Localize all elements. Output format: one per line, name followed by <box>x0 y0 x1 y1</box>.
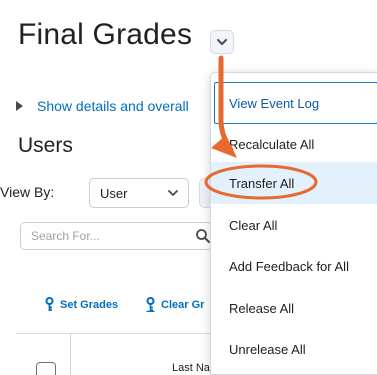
set-grades-button[interactable]: Set Grades <box>45 297 118 312</box>
menu-item-view-event-log[interactable]: View Event Log <box>214 82 377 124</box>
triangle-right-icon <box>16 101 23 111</box>
menu-item-clear-all[interactable]: Clear All <box>211 204 377 246</box>
page-title: Final Grades <box>18 18 193 51</box>
search-input[interactable] <box>21 224 181 248</box>
chevron-down-icon <box>168 190 178 196</box>
key-icon <box>146 297 155 312</box>
users-section-title: Users <box>18 134 73 157</box>
menu-item-transfer-all[interactable]: Transfer All <box>211 162 377 204</box>
select-all-checkbox[interactable] <box>36 362 56 375</box>
clear-grades-label: Clear Gr <box>161 298 205 311</box>
grades-table-header: Last Name ▲ , First Name <box>16 333 302 375</box>
column-divider <box>70 334 71 375</box>
menu-item-unrelease-all[interactable]: Unrelease All <box>211 328 377 370</box>
title-dropdown-button[interactable] <box>210 30 234 54</box>
search-box <box>20 222 213 250</box>
key-icon <box>45 297 54 311</box>
menu-item-add-feedback-for-all[interactable]: Add Feedback for All <box>211 245 377 287</box>
search-icon[interactable] <box>195 228 211 244</box>
set-grades-label: Set Grades <box>60 298 119 311</box>
final-grades-menu: View Event Log Recalculate All Transfer … <box>210 72 377 375</box>
show-details-label: Show details and overall <box>37 98 189 114</box>
show-details-toggle[interactable]: Show details and overall <box>16 98 189 114</box>
menu-item-release-all[interactable]: Release All <box>211 287 377 329</box>
clear-grades-button[interactable]: Clear Gr <box>146 297 204 312</box>
chevron-down-icon <box>217 38 227 45</box>
view-by-value: User <box>100 185 128 201</box>
menu-item-recalculate-all[interactable]: Recalculate All <box>211 123 377 165</box>
view-by-label: View By: <box>0 184 55 200</box>
view-by-select[interactable]: User <box>89 178 189 208</box>
